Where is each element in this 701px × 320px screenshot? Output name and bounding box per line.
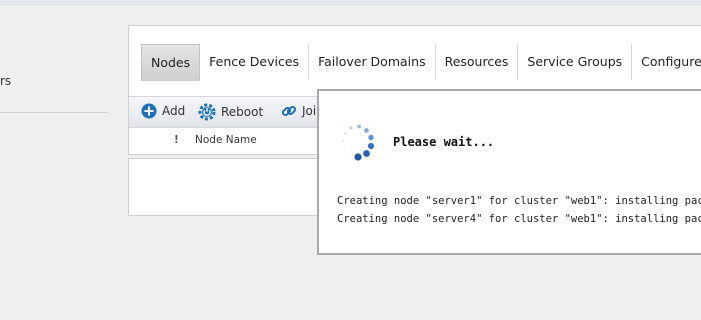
tab-service-groups[interactable]: Service Groups: [518, 44, 633, 80]
dialog-title: Please wait...: [393, 135, 495, 149]
please-wait-dialog: Please wait... Creating node "server1" f…: [317, 89, 701, 255]
join-label: Joi: [302, 104, 317, 118]
tab-nodes[interactable]: Nodes: [141, 44, 201, 81]
tab-configure[interactable]: Configure: [632, 44, 701, 80]
sidebar-partial-label[interactable]: rs: [0, 74, 11, 88]
tab-fence-devices[interactable]: Fence Devices: [200, 44, 310, 80]
top-strip: [0, 0, 701, 6]
reboot-label: Reboot: [221, 105, 264, 119]
progress-message: Creating node "server4" for cluster "web…: [337, 213, 701, 225]
join-button[interactable]: Joi: [281, 103, 316, 119]
progress-message: Creating node "server1" for cluster "web…: [337, 195, 701, 207]
tab-failover-domains[interactable]: Failover Domains: [309, 44, 436, 80]
add-label: Add: [162, 104, 186, 118]
reboot-button[interactable]: Reboot: [198, 103, 263, 121]
chain-link-icon: [281, 105, 297, 117]
spinner-icon: [342, 124, 375, 161]
add-button[interactable]: Add: [141, 103, 185, 119]
power-gear-icon: [198, 103, 216, 121]
tab-bar: Nodes Fence Devices Failover Domains Res…: [141, 44, 701, 81]
tab-resources[interactable]: Resources: [435, 44, 519, 80]
status-column-header[interactable]: !: [174, 134, 179, 146]
node-name-column-header[interactable]: Node Name: [195, 134, 257, 146]
plus-circle-icon: [141, 103, 157, 119]
sidebar-divider: [0, 112, 108, 113]
